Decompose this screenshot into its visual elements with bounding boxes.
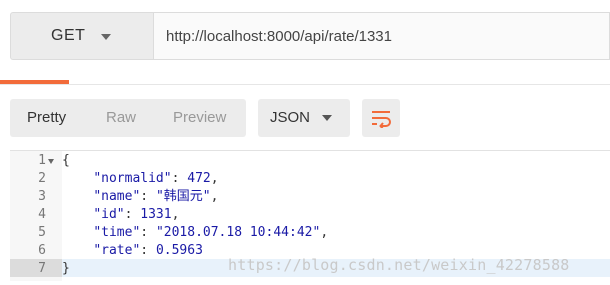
line-number: 7	[38, 261, 46, 276]
json-punctuation	[62, 189, 93, 204]
json-key: "normalid"	[93, 171, 172, 186]
json-value: "2018.07.18 10:44:42"	[155, 225, 321, 240]
line-number: 3	[38, 189, 46, 204]
chevron-down-icon	[101, 34, 111, 40]
code-line: "time": "2018.07.18 10:44:42",	[62, 224, 610, 242]
fold-caret-icon[interactable]	[48, 159, 54, 164]
json-punctuation: ,	[171, 207, 180, 222]
line-number: 6	[38, 243, 46, 258]
code-line: {	[62, 152, 610, 170]
wrap-lines-icon	[372, 111, 391, 128]
code-line: "normalid": 472,	[62, 170, 610, 188]
line-number: 4	[38, 207, 46, 222]
json-punctuation	[62, 243, 93, 258]
json-punctuation: ,	[210, 189, 219, 204]
json-punctuation: :	[124, 207, 141, 222]
url-input[interactable]: http://localhost:8000/api/rate/1331	[154, 12, 610, 60]
json-value: 0.5963	[155, 243, 203, 258]
json-value: 472	[187, 171, 211, 186]
json-punctuation: {	[62, 153, 70, 168]
url-text: http://localhost:8000/api/rate/1331	[166, 28, 392, 45]
divider	[0, 84, 610, 85]
wrap-lines-button[interactable]	[362, 99, 400, 137]
json-punctuation: :	[140, 225, 156, 240]
method-label: GET	[51, 27, 86, 44]
line-number: 2	[38, 171, 46, 186]
json-key: "rate"	[93, 243, 141, 258]
view-raw-button[interactable]: Raw	[106, 109, 136, 126]
json-value: "韩国元"	[155, 189, 211, 204]
format-select[interactable]: JSON	[258, 99, 350, 137]
json-punctuation: ,	[210, 171, 219, 186]
format-label: JSON	[270, 109, 311, 126]
view-preview-button[interactable]: Preview	[173, 109, 226, 126]
request-bar: GET http://localhost:8000/api/rate/1331	[10, 12, 610, 60]
json-key: "time"	[93, 225, 141, 240]
line-number: 1	[38, 153, 46, 168]
json-value: 1331	[140, 207, 172, 222]
watermark: https://blog.csdn.net/weixin_42278588	[228, 256, 570, 274]
line-number: 5	[38, 225, 46, 240]
json-punctuation: :	[140, 189, 156, 204]
view-mode-group: Pretty Raw Preview	[10, 99, 246, 137]
json-punctuation	[62, 171, 93, 186]
json-punctuation: :	[140, 243, 156, 258]
json-punctuation: :	[171, 171, 188, 186]
view-pretty-button[interactable]: Pretty	[27, 109, 66, 126]
method-select[interactable]: GET	[10, 12, 154, 60]
code-line: "name": "韩国元",	[62, 188, 610, 206]
json-punctuation	[62, 207, 93, 222]
json-punctuation	[62, 225, 93, 240]
json-punctuation: }	[62, 261, 70, 276]
json-punctuation: ,	[320, 225, 329, 240]
json-key: "id"	[93, 207, 125, 222]
json-key: "name"	[93, 189, 141, 204]
chevron-down-icon	[322, 115, 332, 121]
code-line: "id": 1331,	[62, 206, 610, 224]
